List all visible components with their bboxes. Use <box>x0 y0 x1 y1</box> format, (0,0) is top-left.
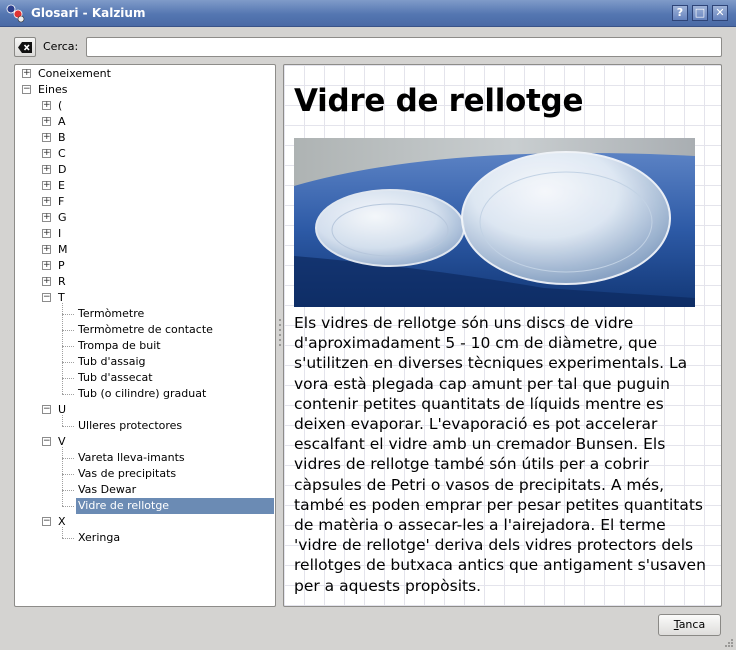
expand-toggle-icon[interactable]: − <box>42 293 51 302</box>
search-input[interactable] <box>86 37 722 57</box>
tree-group[interactable]: V <box>56 434 66 450</box>
tree-leaf-item[interactable]: Tub d'assecat <box>76 370 153 386</box>
clear-left-icon <box>18 42 32 53</box>
search-label: Cerca: <box>43 40 79 53</box>
window-title: Glosari - Kalzium <box>31 6 146 20</box>
expand-toggle-icon[interactable]: + <box>42 181 51 190</box>
tree-group[interactable]: M <box>56 242 68 258</box>
help-button[interactable]: ? <box>672 5 688 21</box>
tree-item-eines[interactable]: Eines <box>36 82 67 98</box>
splitter-grip-dot <box>279 329 281 331</box>
splitter-grip-dot <box>279 324 281 326</box>
tree-leaf-item[interactable]: Xeringa <box>76 530 120 546</box>
tree-group[interactable]: A <box>56 114 66 130</box>
tree-group[interactable]: D <box>56 162 66 178</box>
tree-connector <box>62 394 74 395</box>
tree-connector <box>62 362 74 363</box>
expand-toggle-icon[interactable]: − <box>22 85 31 94</box>
tree-group[interactable]: T <box>56 290 65 306</box>
tree-group[interactable]: R <box>56 274 66 290</box>
maximize-button[interactable]: □ <box>692 5 708 21</box>
tree-leaf-item[interactable]: Termòmetre de contacte <box>76 322 213 338</box>
tree-leaf-item[interactable]: Termòmetre <box>76 306 144 322</box>
expand-toggle-icon[interactable]: − <box>42 405 51 414</box>
tree-group[interactable]: C <box>56 146 66 162</box>
expand-toggle-icon[interactable]: + <box>42 229 51 238</box>
expand-toggle-icon[interactable]: − <box>42 517 51 526</box>
tree-item-coneixement[interactable]: Coneixement <box>36 66 111 82</box>
tree-leaf-item[interactable]: Tub d'assaig <box>76 354 146 370</box>
expand-toggle-icon[interactable]: + <box>42 197 51 206</box>
tree-connector <box>62 527 63 538</box>
expand-toggle-icon[interactable]: + <box>42 133 51 142</box>
tree-connector <box>62 378 74 379</box>
expand-toggle-icon[interactable]: + <box>42 277 51 286</box>
splitter-grip-dot <box>279 339 281 341</box>
tree-connector <box>62 474 74 475</box>
tree-group[interactable]: G <box>56 210 67 226</box>
tree-connector <box>62 303 63 394</box>
tree-connector <box>62 314 74 315</box>
tree-connector <box>62 447 63 506</box>
tree-group[interactable]: E <box>56 178 65 194</box>
expand-toggle-icon[interactable]: + <box>42 213 51 222</box>
glossary-tree[interactable]: + Coneixement − Eines +(+ A + B + C + D + E + F + G + I + M + P… <box>14 64 276 607</box>
article-view: Vidre de rellotge Els vidres de rellotge… <box>283 64 722 607</box>
close-dialog-label: Tanca <box>673 618 706 631</box>
resize-grip-icon[interactable] <box>722 636 734 648</box>
article-title: Vidre de rellotge <box>294 83 584 119</box>
tree-connector <box>62 346 74 347</box>
tree-leaf-item[interactable]: Tub (o cilindre) graduat <box>76 386 206 402</box>
tree-group[interactable]: B <box>56 130 66 146</box>
tree-connector <box>62 490 74 491</box>
tree-group[interactable]: F <box>56 194 64 210</box>
tree-connector <box>62 506 74 507</box>
mnemonic-char: T <box>673 618 679 631</box>
tree-connector <box>62 538 74 539</box>
tree-group[interactable]: ( <box>56 98 62 114</box>
kalzium-app-icon <box>6 4 25 23</box>
expand-toggle-icon[interactable]: + <box>42 117 51 126</box>
tree-group[interactable]: P <box>56 258 65 274</box>
splitter-grip-dot <box>279 334 281 336</box>
tree-leaf-item[interactable]: Ulleres protectores <box>76 418 182 434</box>
tree-group[interactable]: I <box>56 226 61 242</box>
title-bar[interactable]: Glosari - Kalzium ? □ ✕ <box>0 0 736 27</box>
splitter-grip-dot <box>279 344 281 346</box>
expand-toggle-icon[interactable]: − <box>42 437 51 446</box>
expand-toggle-icon[interactable]: + <box>42 165 51 174</box>
tree-leaf-item[interactable]: Vidre de rellotge <box>76 498 274 514</box>
tree-connector <box>62 426 74 427</box>
expand-toggle-icon[interactable]: + <box>22 69 31 78</box>
tree-leaf-item[interactable]: Vareta lleva-imants <box>76 450 185 466</box>
close-window-button[interactable]: ✕ <box>712 5 728 21</box>
close-dialog-button[interactable]: Tanca <box>658 614 721 636</box>
article-body: Els vidres de rellotge són uns discs de … <box>294 314 706 595</box>
tree-connector <box>62 415 63 426</box>
tree-connector <box>62 330 74 331</box>
clear-search-button[interactable] <box>14 37 36 57</box>
tree-group[interactable]: X <box>56 514 66 530</box>
expand-toggle-icon[interactable]: + <box>42 261 51 270</box>
tree-leaf-item[interactable]: Vas Dewar <box>76 482 136 498</box>
splitter-grip-dot <box>279 319 281 321</box>
expand-toggle-icon[interactable]: + <box>42 245 51 254</box>
watch-glass-photo <box>294 138 695 307</box>
tree-leaf-item[interactable]: Trompa de buit <box>76 338 161 354</box>
tree-connector <box>62 458 74 459</box>
expand-toggle-icon[interactable]: + <box>42 101 51 110</box>
expand-toggle-icon[interactable]: + <box>42 149 51 158</box>
tree-leaf-item[interactable]: Vas de precipitats <box>76 466 176 482</box>
